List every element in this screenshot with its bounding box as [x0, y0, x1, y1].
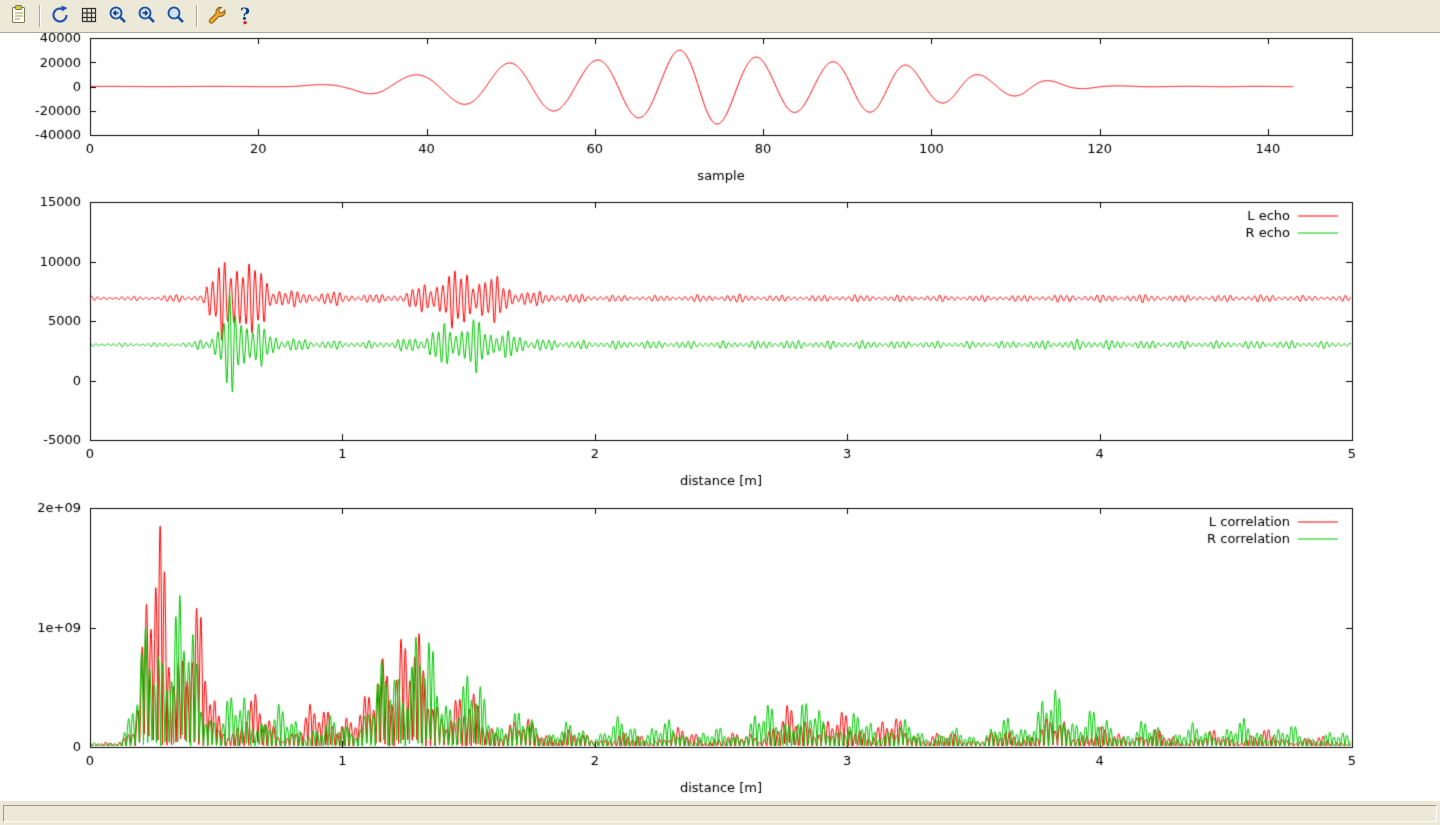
toolbar-separator	[39, 5, 40, 27]
refresh-icon	[49, 4, 71, 29]
toolbar-separator	[196, 5, 197, 27]
correlation-plot-canvas[interactable]	[0, 495, 1440, 800]
config-button[interactable]	[203, 3, 231, 29]
help-icon: ?	[235, 4, 257, 29]
toolbar: ?	[0, 0, 1440, 33]
zoom-next-icon	[136, 4, 158, 29]
zoom-previous-button[interactable]	[104, 3, 132, 29]
wrench-icon	[206, 4, 228, 29]
replot-button[interactable]	[46, 3, 74, 29]
zoom-previous-icon	[107, 4, 129, 29]
echo-plot-canvas[interactable]	[0, 190, 1440, 495]
pulse-plot-canvas[interactable]	[0, 33, 1440, 190]
plot-area	[0, 33, 1440, 800]
copy-button[interactable]	[5, 3, 33, 29]
grid-icon	[78, 4, 100, 29]
clipboard-icon	[8, 4, 30, 29]
autoscale-icon	[165, 4, 187, 29]
help-button[interactable]: ?	[232, 3, 260, 29]
status-bar	[0, 800, 1440, 825]
zoom-next-button[interactable]	[133, 3, 161, 29]
autoscale-button[interactable]	[162, 3, 190, 29]
grid-button[interactable]	[75, 3, 103, 29]
status-field	[3, 805, 1437, 822]
